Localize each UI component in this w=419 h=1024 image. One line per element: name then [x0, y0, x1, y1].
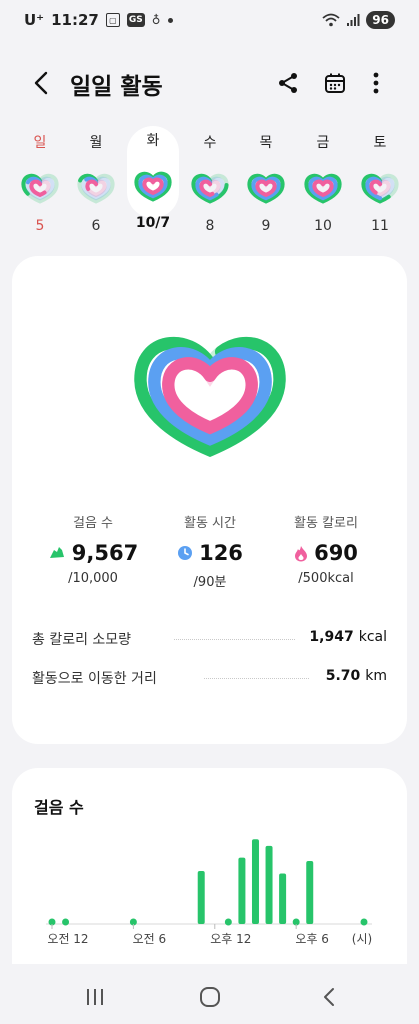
- active-time-stat[interactable]: 활동 시간 126 /90분: [145, 512, 275, 590]
- more-options-button[interactable]: [361, 66, 391, 100]
- day-name: 월: [89, 135, 103, 151]
- more-icon: [373, 72, 379, 94]
- total-calories-row: 총 칼로리 소모량 1,947 kcal: [32, 629, 387, 651]
- status-bar: U⁺ 11:27 ▢ GS ♁ 96: [0, 0, 419, 40]
- steps-goal: /10,000: [68, 571, 118, 586]
- total-calories-label: 총 칼로리 소모량: [32, 632, 132, 648]
- day-number: 9: [261, 218, 271, 234]
- chart-point: [360, 918, 368, 926]
- back-icon: [34, 71, 48, 95]
- carrier-label: U⁺: [24, 11, 45, 29]
- chart-bar: [265, 845, 273, 924]
- day-name: 목: [259, 135, 273, 151]
- sync-icon: ♁: [151, 13, 161, 27]
- distance-value: 5.70: [325, 668, 361, 684]
- day-activity-heart: [191, 173, 229, 204]
- day-name: 수: [203, 135, 217, 151]
- steps-bar-chart: 오전 12 오전 6 오후 12 오후 6 (시): [46, 839, 372, 946]
- day-activity-heart: [247, 173, 285, 204]
- day-number: 10: [314, 218, 332, 234]
- total-calories-value: 1,947: [309, 629, 354, 645]
- wifi-icon: [322, 13, 340, 27]
- calendar-icon: [325, 73, 345, 93]
- day-9[interactable]: 목9: [240, 128, 292, 246]
- total-calories-unit: kcal: [358, 629, 387, 645]
- day-activity-heart: [361, 173, 399, 204]
- day-number: 11: [371, 218, 389, 234]
- share-button[interactable]: [273, 66, 303, 100]
- gs-icon: GS: [126, 13, 145, 27]
- steps-label: 걸음 수: [72, 516, 113, 531]
- chart-bar: [306, 860, 314, 924]
- active-time-value: 126: [199, 541, 243, 565]
- activity-summary-card: 걸음 수 9,567 /10,000 활동 시간 126 /90분 활동 칼로리: [12, 256, 407, 744]
- day-number: 8: [205, 218, 215, 234]
- dot-icon: [167, 17, 173, 23]
- home-button[interactable]: [190, 982, 230, 1012]
- day-activity-heart: [77, 173, 115, 204]
- day-activity-heart: [304, 173, 342, 204]
- page-title: 일일 활동: [70, 74, 163, 100]
- activity-rings-heart: [134, 336, 286, 457]
- recent-apps-icon: [87, 989, 103, 1005]
- day-number: 6: [91, 218, 101, 234]
- day-8[interactable]: 수8: [184, 128, 236, 246]
- shoe-icon: [49, 547, 64, 558]
- home-icon: [200, 987, 220, 1007]
- day-6[interactable]: 월6: [70, 128, 122, 246]
- chart-point: [62, 918, 70, 926]
- system-nav-bar: [0, 964, 419, 1024]
- dotted-leader: [174, 639, 295, 640]
- x-tick-label: 오전 12: [47, 932, 88, 946]
- day-11[interactable]: 토 11: [354, 128, 406, 246]
- back-button[interactable]: [26, 66, 56, 100]
- distance-unit: km: [365, 668, 387, 684]
- share-icon: [279, 73, 297, 93]
- day-activity-heart: [134, 171, 172, 202]
- active-calories-stat[interactable]: 활동 칼로리 690 /500kcal: [261, 512, 391, 586]
- clock-icon: [178, 546, 193, 560]
- active-time-label: 활동 시간: [184, 516, 236, 531]
- screenshot-icon: ▢: [105, 13, 120, 27]
- steps-stat[interactable]: 걸음 수 9,567 /10,000: [28, 512, 158, 586]
- recent-apps-button[interactable]: [75, 982, 115, 1012]
- app-header: 일일 활동: [0, 58, 419, 108]
- day-number: 10/7: [135, 215, 171, 231]
- active-calories-value: 690: [314, 541, 358, 565]
- signal-icon: [347, 14, 360, 26]
- clock: 11:27: [51, 11, 99, 29]
- chart-bar: [279, 873, 287, 924]
- steps-chart-card[interactable]: 걸음 수 오전 12 오전 6 오후 12 오후 6 (시): [12, 768, 407, 964]
- back-nav-icon: [324, 988, 334, 1006]
- active-time-goal: /90분: [193, 575, 227, 590]
- day-name: 일: [33, 135, 47, 151]
- chart-bar: [251, 839, 259, 924]
- x-tick-label: (시): [352, 932, 372, 946]
- day-activity-heart: [21, 173, 59, 204]
- distance-row: 활동으로 이동한 거리 5.70 km: [32, 668, 387, 690]
- dotted-leader: [204, 678, 309, 679]
- week-selector: 일 5 월 6 화 10/7 수 8 목 9 금 10 토 11: [0, 126, 419, 246]
- flame-icon: [295, 545, 308, 561]
- day-10[interactable]: 금 10: [297, 128, 349, 246]
- x-tick-label: 오후 6: [295, 932, 329, 946]
- x-tick-label: 오전 6: [133, 932, 167, 946]
- chart-bar: [197, 871, 205, 924]
- active-calories-label: 활동 칼로리: [294, 516, 358, 531]
- battery-badge: 96: [366, 11, 395, 29]
- back-nav-button[interactable]: [309, 982, 349, 1012]
- day-5[interactable]: 일5: [14, 128, 66, 246]
- day-number: 5: [35, 218, 45, 234]
- active-calories-goal: /500kcal: [298, 571, 354, 586]
- day-name: 금: [316, 135, 330, 151]
- chart-point: [224, 918, 232, 926]
- day-name: 화: [146, 133, 160, 149]
- steps-value: 9,567: [71, 541, 139, 565]
- day-name: 토: [373, 135, 387, 151]
- chart-bar: [238, 857, 246, 924]
- calendar-button[interactable]: [320, 66, 350, 100]
- day-10/7[interactable]: 화 10/7: [127, 126, 179, 231]
- x-tick-label: 오후 12: [210, 932, 251, 946]
- distance-label: 활동으로 이동한 거리: [32, 671, 157, 687]
